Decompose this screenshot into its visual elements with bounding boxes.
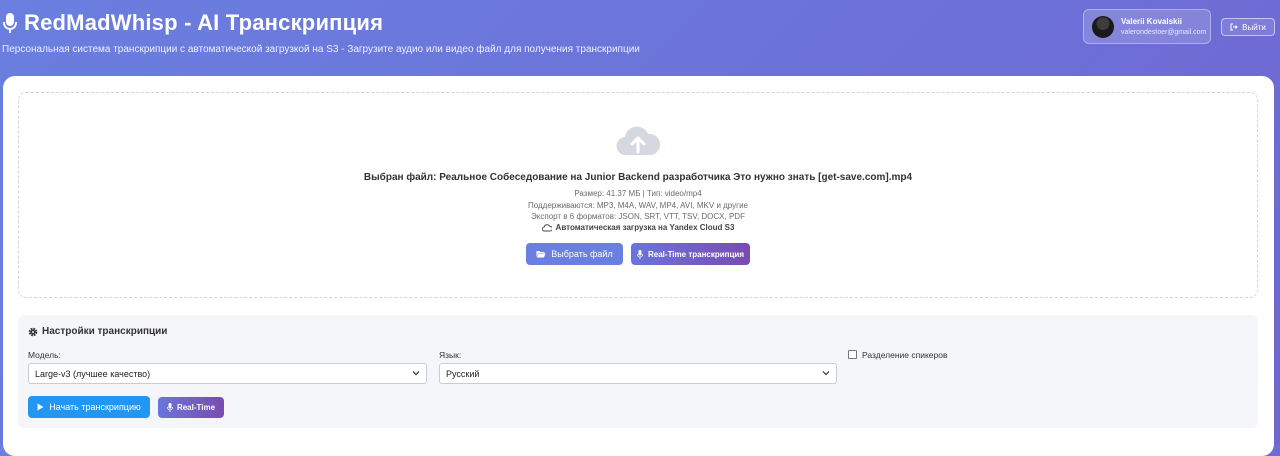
model-label: Модель: [28,350,61,360]
supported-formats: Поддерживаются: MP3, M4A, WAV, MP4, AVI,… [527,201,748,210]
start-transcription-button[interactable]: Начать транскрипцию [28,396,150,418]
diarization-label: Разделение спикеров [862,350,948,360]
selected-file-text: Выбран файл: Реальное Собеседование на J… [363,172,913,183]
chevron-down-icon [412,371,420,376]
s3-note-text: Автоматическая загрузка на Yandex Cloud … [555,223,735,232]
logout-button[interactable]: Выйти [1221,18,1275,36]
settings-title-text: Настройки транскрипции [42,326,168,337]
app-title: RedMadWhisp - AI Транскрипция [2,10,383,36]
export-formats: Экспорт в 6 форматов: JSON, SRT, VTT, TS… [531,212,745,221]
microphone-icon [637,249,643,259]
realtime-transcription-button[interactable]: Real-Time транскрипция [631,243,750,265]
user-email: valerondestoer@gmail.com [1121,29,1207,36]
gear-icon [28,327,38,336]
folder-open-icon [536,251,546,258]
app-title-text: RedMadWhisp - AI Транскрипция [24,10,384,35]
cloud-upload-icon [616,126,660,156]
start-transcription-label: Начать транскрипцию [49,402,141,412]
choose-file-button[interactable]: Выбрать файл [526,243,623,265]
logout-label: Выйти [1242,22,1266,32]
realtime-label: Real-Time [176,403,216,412]
user-name: Valerii Kovalskii [1121,17,1182,26]
language-label: Язык: [439,350,462,360]
app-header: RedMadWhisp - AI Транскрипция Персональн… [0,0,1280,76]
user-card[interactable]: Valerii Kovalskii valerondestoer@gmail.c… [1083,9,1211,44]
model-value: Large-v3 (лучшее качество) [35,368,151,379]
microphone-icon [167,403,173,412]
chevron-down-icon [822,371,830,376]
app-subtitle: Персональная система транскрипции с авто… [2,44,640,55]
avatar [1092,15,1114,38]
play-icon [37,403,44,411]
settings-title: Настройки транскрипции [28,326,167,337]
model-select[interactable]: Large-v3 (лучшее качество) [28,363,427,384]
diarization-checkbox[interactable] [848,350,857,359]
microphone-icon [3,13,17,33]
file-info: Размер: 41.37 МБ | Тип: video/mp4 [574,189,702,198]
language-select[interactable]: Русский [439,363,837,384]
choose-file-label: Выбрать файл [551,249,613,259]
cloud-icon [541,223,552,231]
realtime-transcription-label: Real-Time транскрипция [648,249,744,259]
logout-icon [1230,23,1238,31]
realtime-button[interactable]: Real-Time [158,397,224,418]
s3-note: Автоматическая загрузка на Yandex Cloud … [18,223,1258,232]
language-value: Русский [446,368,480,379]
